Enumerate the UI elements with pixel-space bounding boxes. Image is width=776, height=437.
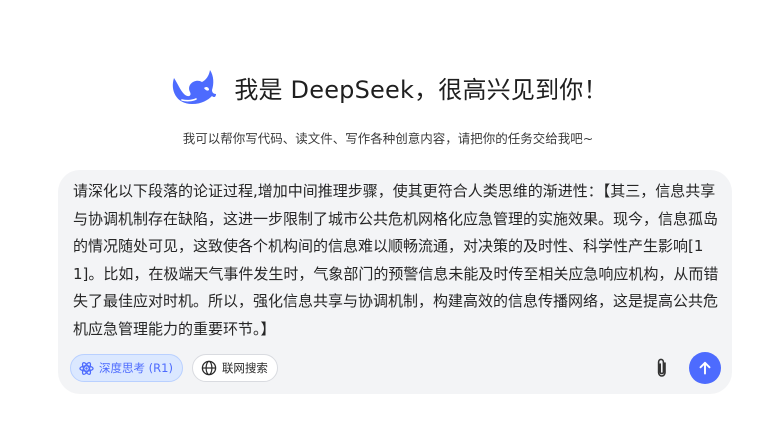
globe-icon: [201, 360, 217, 376]
composer-toolbar: 深度思考 (R1) 联网搜索: [70, 354, 287, 382]
send-button[interactable]: [689, 352, 721, 384]
message-composer: 请深化以下段落的论证过程,增加中间推理步骤，使其更符合人类思维的渐进性：【其三，…: [58, 170, 732, 394]
web-search-toggle[interactable]: 联网搜索: [191, 354, 278, 382]
atom-icon: [79, 361, 94, 375]
welcome-header: 我是 DeepSeek，很高兴见到你！: [0, 66, 776, 108]
attach-file-button[interactable]: [650, 356, 674, 380]
welcome-subtitle: 我可以帮你写代码、读文件、写作各种创意内容，请把你的任务交给我吧~: [182, 131, 594, 146]
deep-think-label: 深度思考 (R1): [99, 361, 173, 375]
arrow-up-icon: [699, 361, 711, 375]
deepseek-whale-icon: [173, 70, 217, 104]
chat-home-page: 我是 DeepSeek，很高兴见到你！ 我可以帮你写代码、读文件、写作各种创意内…: [0, 0, 776, 437]
page-title: 我是 DeepSeek，很高兴见到你！: [234, 75, 608, 104]
web-search-label: 联网搜索: [221, 361, 268, 375]
deep-think-toggle[interactable]: 深度思考 (R1): [70, 354, 183, 382]
message-input[interactable]: 请深化以下段落的论证过程,增加中间推理步骤，使其更符合人类思维的渐进性：【其三，…: [73, 178, 723, 348]
paperclip-icon: [657, 358, 666, 377]
